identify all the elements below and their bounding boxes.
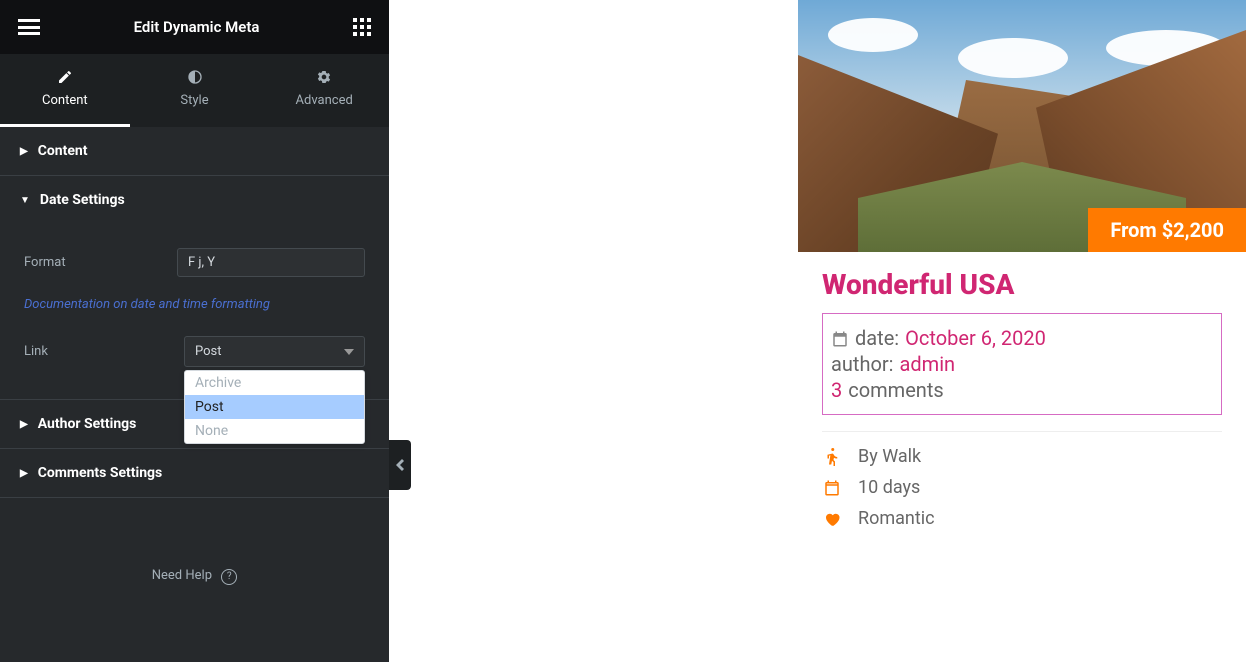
caret-down-icon: ▼	[20, 195, 30, 206]
format-label: Format	[24, 255, 177, 270]
link-option-post[interactable]: Post	[185, 395, 364, 419]
format-input[interactable]	[177, 248, 365, 277]
tab-style[interactable]: Style	[130, 54, 260, 127]
meta-date-value[interactable]: October 6, 2020	[905, 326, 1046, 350]
meta-comments-count: 3	[831, 378, 842, 402]
heart-icon	[822, 510, 842, 528]
need-help[interactable]: Need Help ?	[0, 568, 389, 585]
calendar-outline-icon	[822, 479, 842, 497]
link-select-wrap: Post Archive Post None	[184, 336, 365, 367]
attr-walk: By Walk	[822, 446, 1222, 467]
hero-image: From $2,200	[798, 0, 1246, 252]
section-comments-settings-label: Comments Settings	[38, 465, 163, 481]
meta-comments[interactable]: 3 comments	[831, 378, 1213, 402]
section-date-settings-label: Date Settings	[40, 192, 125, 208]
card-title[interactable]: Wonderful USA	[822, 268, 1222, 301]
preview-card: From $2,200 Wonderful USA date: October …	[798, 0, 1246, 563]
editor-sidebar: Edit Dynamic Meta Content Style Advanced…	[0, 0, 389, 662]
section-author-settings-label: Author Settings	[38, 416, 137, 432]
tab-advanced[interactable]: Advanced	[259, 54, 389, 127]
calendar-icon	[831, 329, 849, 347]
date-settings-body: Format Documentation on date and time fo…	[0, 224, 389, 400]
tab-style-label: Style	[180, 93, 208, 108]
link-select[interactable]: Post	[184, 336, 365, 367]
link-option-archive[interactable]: Archive	[185, 371, 364, 395]
caret-right-icon: ▶	[20, 419, 28, 430]
link-select-value: Post	[195, 344, 222, 359]
meta-date-label: date:	[855, 326, 899, 350]
contrast-icon	[130, 68, 260, 85]
pencil-icon	[0, 68, 130, 85]
walk-icon	[822, 448, 842, 466]
page-title: Edit Dynamic Meta	[134, 18, 260, 36]
hamburger-menu-icon[interactable]	[18, 19, 40, 35]
doc-link[interactable]: Documentation on date and time formattin…	[24, 297, 270, 312]
meta-date: date: October 6, 2020	[831, 326, 1213, 350]
gear-icon	[259, 68, 389, 85]
link-label: Link	[24, 344, 184, 359]
divider	[822, 431, 1222, 432]
chevron-left-icon	[396, 459, 404, 471]
meta-author-value[interactable]: admin	[900, 352, 956, 376]
link-dropdown: Archive Post None	[184, 370, 365, 444]
section-date-settings[interactable]: ▼ Date Settings	[0, 176, 389, 224]
section-content[interactable]: ▶ Content	[0, 127, 389, 176]
meta-box: date: October 6, 2020 author: admin 3 co…	[822, 313, 1222, 415]
card-body: Wonderful USA date: October 6, 2020 auth…	[798, 252, 1246, 563]
tab-content-label: Content	[42, 93, 88, 108]
need-help-label: Need Help	[152, 568, 212, 583]
tab-content[interactable]: Content	[0, 54, 130, 127]
format-row: Format	[24, 248, 365, 277]
help-icon: ?	[221, 569, 237, 585]
section-comments-settings[interactable]: ▶ Comments Settings	[0, 449, 389, 498]
meta-author-label: author:	[831, 352, 894, 376]
attr-walk-text: By Walk	[858, 446, 921, 467]
meta-author: author: admin	[831, 352, 1213, 376]
attr-duration-text: 10 days	[858, 477, 920, 498]
sidebar-header: Edit Dynamic Meta	[0, 0, 389, 54]
section-content-label: Content	[38, 143, 88, 159]
meta-comments-text: comments	[848, 378, 943, 402]
apps-grid-icon[interactable]	[353, 18, 371, 36]
tabs: Content Style Advanced	[0, 54, 389, 127]
caret-right-icon: ▶	[20, 146, 28, 157]
link-option-none[interactable]: None	[185, 419, 364, 443]
attr-mood: Romantic	[822, 508, 1222, 529]
price-tag: From $2,200	[1088, 208, 1246, 252]
sections: ▶ Content ▼ Date Settings Format Documen…	[0, 127, 389, 662]
caret-right-icon: ▶	[20, 468, 28, 479]
tab-advanced-label: Advanced	[296, 93, 353, 108]
link-row: Link Post Archive Post None	[24, 336, 365, 367]
collapse-handle[interactable]	[389, 440, 411, 490]
attr-mood-text: Romantic	[858, 508, 935, 529]
chevron-down-icon	[344, 349, 354, 355]
attr-duration: 10 days	[822, 477, 1222, 498]
